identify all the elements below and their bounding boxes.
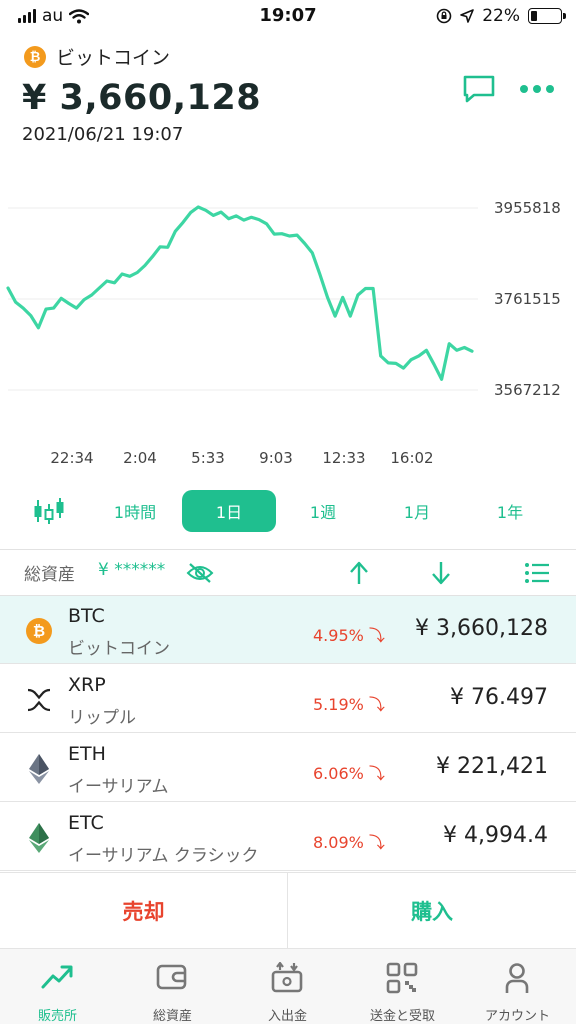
battery-icon — [528, 8, 566, 24]
coin-title: ₿ ビットコイン — [24, 43, 170, 70]
coin-row-eth[interactable]: ETH イーサリアム 6.06% ⤵ ¥ 221,421 — [0, 734, 576, 802]
range-tab-1w[interactable]: 1週 — [276, 490, 370, 532]
chat-icon[interactable] — [462, 74, 496, 104]
qr-code-icon — [386, 962, 418, 994]
status-right: 22% — [436, 6, 566, 26]
battery-percent: 22% — [482, 6, 520, 26]
coin-symbol: ETC — [68, 812, 104, 834]
range-tab-1h[interactable]: 1時間 — [88, 490, 182, 532]
sort-descending-icon[interactable] — [430, 560, 452, 586]
coin-price: ¥ 4,994.4 — [443, 823, 548, 848]
more-icon[interactable] — [520, 80, 556, 98]
coin-symbol: BTC — [68, 605, 105, 627]
coin-name: リップル — [68, 708, 136, 728]
x-axis-label: 9:03 — [259, 449, 293, 467]
sell-button[interactable]: 売却 — [0, 873, 288, 949]
bottom-nav: 販売所 総資産 入出金 送金と受取 アカウント — [0, 948, 576, 1024]
total-assets-masked-value: ¥ ****** — [98, 560, 166, 580]
y-axis-label: 3955818 — [494, 199, 561, 217]
coin-name: イーサリアム クラシック — [68, 846, 259, 866]
coin-change: 6.06% ⤵ — [313, 764, 385, 783]
coin-row-xrp[interactable]: XRP リップル 5.19% ⤵ ¥ 76.497 — [0, 665, 576, 733]
trade-action-bar: 売却 購入 — [0, 872, 576, 949]
divider — [0, 549, 576, 550]
nav-label: 販売所 — [37, 1009, 77, 1024]
xrp-icon — [26, 687, 52, 713]
coin-change: 5.19% ⤵ — [313, 695, 385, 714]
coin-price: ¥ 76.497 — [450, 685, 548, 710]
x-axis-label: 2:04 — [123, 449, 157, 467]
nav-label: アカウント — [484, 1009, 550, 1024]
x-axis-label: 22:34 — [50, 449, 94, 467]
total-assets-row: 総資産 ¥ ****** — [0, 552, 576, 594]
range-tab-1m[interactable]: 1月 — [370, 490, 464, 532]
coin-symbol: XRP — [68, 674, 106, 696]
sort-ascending-icon[interactable] — [348, 560, 370, 586]
bitcoin-icon: ₿ — [26, 618, 52, 644]
range-selector: 1時間 1日 1週 1月 1年 — [0, 488, 576, 534]
nav-label: 総資産 — [152, 1009, 192, 1024]
range-tab-1d[interactable]: 1日 — [182, 490, 276, 532]
trend-up-icon — [41, 965, 73, 989]
person-icon — [505, 963, 529, 993]
candlestick-icon[interactable] — [32, 496, 66, 526]
total-assets-label: 総資産 — [24, 565, 75, 585]
nav-label: 入出金 — [267, 1009, 307, 1024]
price-datetime: 2021/06/21 19:07 — [22, 124, 184, 145]
eye-off-icon[interactable] — [186, 562, 214, 584]
nav-item-deposit-withdraw[interactable]: 入出金 — [230, 949, 345, 1024]
range-tab-1y[interactable]: 1年 — [463, 490, 557, 532]
coin-price: ¥ 3,660,128 — [415, 616, 548, 641]
nav-item-assets[interactable]: 総資産 — [115, 949, 230, 1024]
location-icon — [460, 9, 475, 23]
coin-symbol: ETH — [68, 743, 106, 765]
list-icon[interactable] — [524, 562, 550, 584]
price-chart[interactable] — [0, 170, 576, 480]
coin-row-btc[interactable]: ₿ BTC ビットコイン 4.95% ⤵ ¥ 3,660,128 — [0, 596, 576, 664]
x-axis-label: 12:33 — [322, 449, 366, 467]
bitcoin-icon: ₿ — [24, 45, 46, 68]
coin-change: 4.95% ⤵ — [313, 626, 385, 645]
buy-button[interactable]: 購入 — [288, 873, 576, 949]
coin-row-etc[interactable]: ETC イーサリアム クラシック 8.09% ⤵ ¥ 4,994.4 — [0, 803, 576, 871]
nav-item-send-receive[interactable]: 送金と受取 — [345, 949, 460, 1024]
coin-name: ビットコイン — [56, 47, 171, 69]
deposit-withdraw-icon — [271, 962, 303, 993]
coin-name: イーサリアム — [68, 777, 169, 797]
coin-price: ¥ 221,421 — [436, 754, 548, 779]
y-axis-label: 3761515 — [494, 290, 561, 308]
nav-item-exchange[interactable]: 販売所 — [0, 949, 115, 1024]
ethereum-classic-icon — [26, 823, 52, 853]
wallet-icon — [156, 964, 187, 990]
x-axis-label: 16:02 — [390, 449, 434, 467]
current-price: ¥ 3,660,128 — [22, 78, 262, 118]
status-bar: au 19:07 22% — [0, 0, 576, 36]
y-axis-label: 3567212 — [494, 381, 561, 399]
rotation-lock-icon — [436, 8, 452, 24]
coin-name: ビットコイン — [68, 639, 170, 659]
price-line — [6, 205, 474, 381]
coin-change: 8.09% ⤵ — [313, 833, 385, 852]
ethereum-icon — [26, 754, 52, 784]
nav-item-account[interactable]: アカウント — [460, 949, 575, 1024]
nav-label: 送金と受取 — [369, 1009, 435, 1024]
x-axis-label: 5:33 — [191, 449, 225, 467]
